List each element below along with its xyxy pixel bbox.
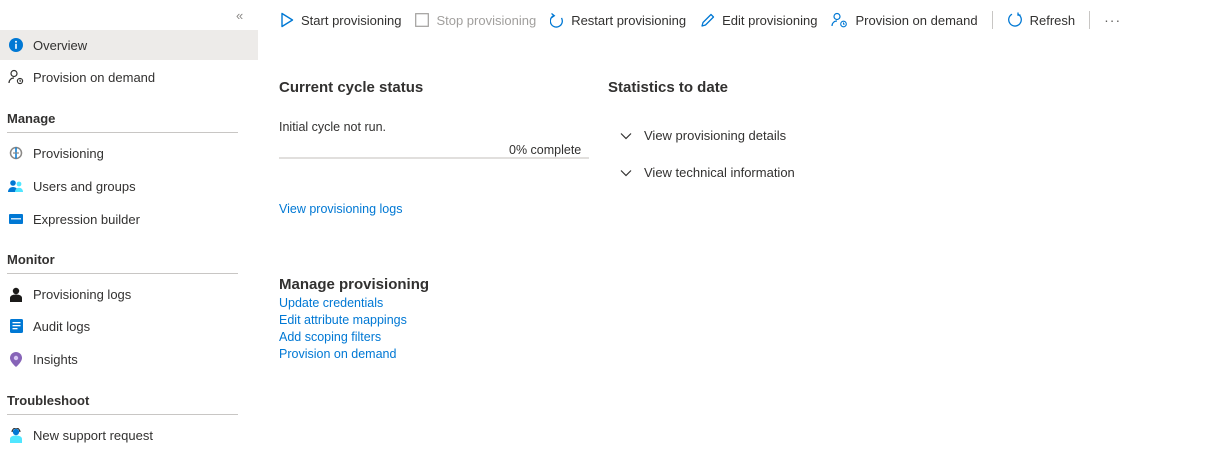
- provision-on-demand-link[interactable]: Provision on demand: [279, 347, 396, 362]
- current-cycle-status-title: Current cycle status: [279, 79, 424, 96]
- refresh-icon: [1007, 12, 1023, 28]
- add-scoping-filters-link[interactable]: Add scoping filters: [279, 330, 381, 345]
- sidebar-item-label: Insights: [33, 351, 78, 367]
- edit-attribute-mappings-link[interactable]: Edit attribute mappings: [279, 313, 407, 328]
- refresh-label: Refresh: [1029, 12, 1076, 28]
- toolbar-separator: [1089, 11, 1091, 29]
- sidebar-item-label: Overview: [33, 37, 88, 53]
- section-header-monitor: Monitor: [7, 252, 238, 274]
- sidebar-item-users-and-groups[interactable]: Users and groups: [0, 171, 258, 201]
- sidebar-item-audit-logs[interactable]: Audit logs: [0, 311, 258, 341]
- provision-on-demand-icon: [8, 69, 24, 85]
- restart-provisioning-label: Restart provisioning: [571, 12, 687, 28]
- provisioning-logs-icon: [8, 286, 24, 302]
- start-provisioning-button[interactable]: Start provisioning: [280, 12, 401, 28]
- statistics-to-date-title: Statistics to date: [608, 79, 729, 96]
- sidebar-item-label: New support request: [33, 427, 153, 443]
- sidebar-item-label: Audit logs: [33, 318, 91, 334]
- chevron-down-icon: [620, 132, 632, 140]
- stop-provisioning-label: Stop provisioning: [436, 12, 537, 28]
- insights-icon: [8, 351, 24, 367]
- command-bar: Start provisioning Stop provisioning Res…: [280, 0, 1215, 40]
- start-provisioning-label: Start provisioning: [301, 12, 402, 28]
- pencil-icon: [700, 13, 715, 28]
- sidebar-item-label: Provisioning: [33, 145, 104, 161]
- refresh-button[interactable]: Refresh: [1007, 12, 1076, 28]
- section-header-manage: Manage: [7, 111, 238, 133]
- provision-on-demand-button[interactable]: Provision on demand: [831, 12, 978, 28]
- cycle-status-text: Initial cycle not run.: [279, 120, 386, 134]
- chevron-down-icon: [620, 169, 632, 177]
- update-credentials-link[interactable]: Update credentials: [279, 296, 383, 311]
- sidebar-item-provisioning[interactable]: Provisioning: [0, 138, 258, 168]
- sidebar-item-label: Provision on demand: [33, 69, 156, 85]
- edit-provisioning-label: Edit provisioning: [722, 12, 818, 28]
- restart-icon: [550, 12, 564, 28]
- view-provisioning-details-expander[interactable]: View provisioning details: [620, 128, 786, 143]
- sidebar-item-label: Expression builder: [33, 211, 140, 227]
- sidebar-item-expression-builder[interactable]: Expression builder: [0, 204, 258, 234]
- expression-builder-icon: [8, 211, 24, 227]
- sidebar-item-insights[interactable]: Insights: [0, 344, 258, 374]
- view-technical-information-label: View technical information: [644, 165, 795, 180]
- sidebar: « Overview Provision on demand Manage Pr…: [0, 0, 258, 445]
- sidebar-item-provision-on-demand[interactable]: Provision on demand: [0, 62, 258, 92]
- provision-on-demand-label: Provision on demand: [855, 12, 978, 28]
- play-icon: [280, 12, 294, 28]
- view-technical-information-expander[interactable]: View technical information: [620, 165, 795, 180]
- audit-logs-icon: [8, 318, 24, 334]
- section-header-troubleshoot: Troubleshoot: [7, 393, 238, 415]
- sidebar-item-new-support-request[interactable]: New support request: [0, 420, 258, 450]
- view-provisioning-logs-link[interactable]: View provisioning logs: [279, 202, 402, 217]
- sidebar-item-overview[interactable]: Overview: [0, 30, 258, 60]
- progress-bar: [279, 157, 589, 159]
- info-icon: [8, 37, 24, 53]
- users-groups-icon: [8, 178, 24, 194]
- stop-provisioning-button[interactable]: Stop provisioning: [415, 13, 536, 28]
- toolbar-separator: [991, 11, 993, 29]
- progress-percent-label: 0% complete: [509, 143, 582, 157]
- support-request-icon: [8, 427, 24, 443]
- sidebar-item-label: Provisioning logs: [33, 286, 132, 302]
- stop-icon: [415, 13, 430, 27]
- view-provisioning-details-label: View provisioning details: [644, 128, 787, 143]
- restart-provisioning-button[interactable]: Restart provisioning: [550, 12, 686, 28]
- collapse-sidebar-icon[interactable]: «: [236, 8, 243, 23]
- more-options-icon[interactable]: ···: [1104, 12, 1121, 28]
- edit-provisioning-button[interactable]: Edit provisioning: [700, 13, 817, 28]
- manage-provisioning-title: Manage provisioning: [279, 276, 430, 293]
- sidebar-item-label: Users and groups: [33, 178, 136, 194]
- provision-on-demand-icon: [831, 12, 848, 28]
- provisioning-icon: [8, 145, 24, 161]
- sidebar-item-provisioning-logs[interactable]: Provisioning logs: [0, 279, 258, 309]
